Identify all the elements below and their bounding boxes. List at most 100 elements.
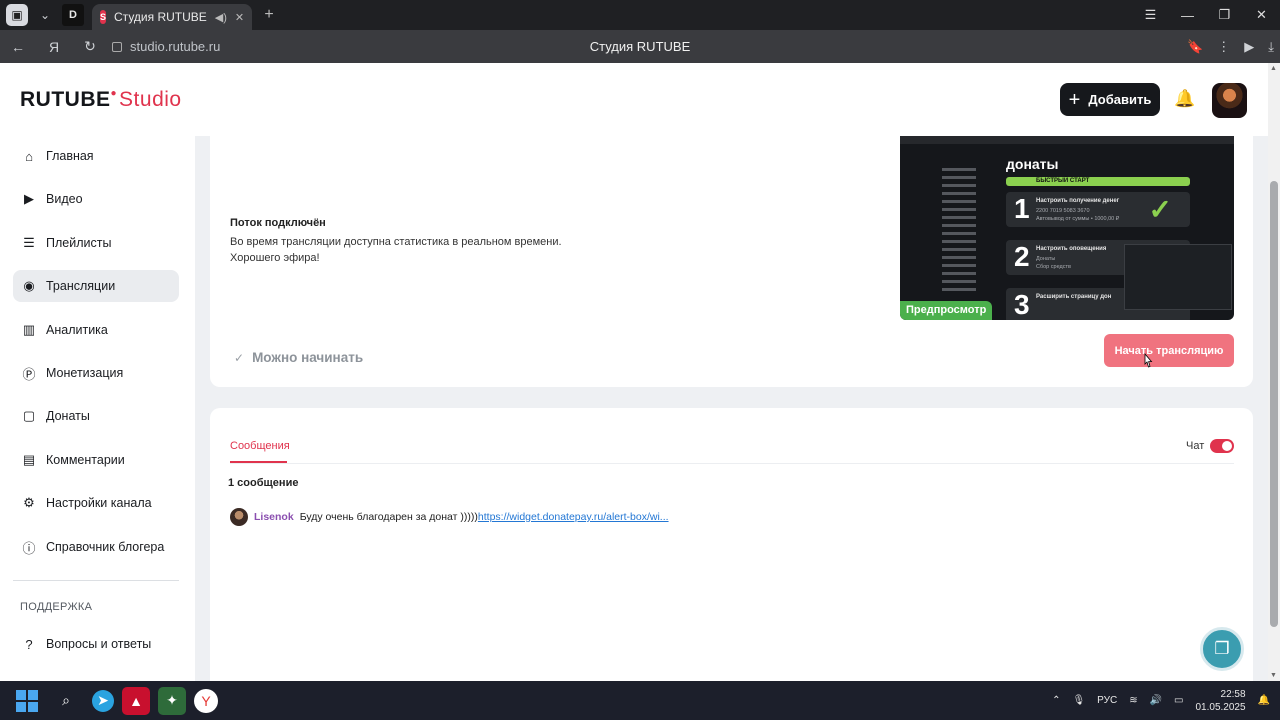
telegram-icon[interactable]: ➤ (92, 689, 114, 712)
ready-label: Можно начинать (252, 350, 364, 365)
notifications-icon[interactable]: 🔔 (1258, 695, 1270, 706)
stream-desc-line-1: Во время трансляции доступна статистика … (230, 236, 562, 248)
downloads-icon[interactable]: ⤓ (1268, 39, 1274, 55)
sidebar-item-video[interactable]: ▶ Видео (13, 183, 179, 215)
preview-heading: донаты (1006, 156, 1059, 172)
preview-menu-line (942, 208, 976, 211)
preview-step-sub: 2200 7019 5083 3670 Автовывод от суммы •… (1036, 207, 1119, 223)
sidebar-toggle-icon[interactable]: ▣ (6, 4, 28, 26)
preview-menu-line (942, 272, 976, 275)
preview-step-sub-1: 2200 7019 5083 3670 (1036, 208, 1090, 214)
stream-preview[interactable]: донаты БЫСТРЫЙ СТАРТ 1 Настроить получен… (900, 136, 1234, 320)
bell-icon[interactable]: 🔔 (1174, 89, 1196, 111)
preview-quick-start: БЫСТРЫЙ СТАРТ (1006, 177, 1190, 186)
sidebar-item-analytics[interactable]: ▥ Аналитика (13, 314, 179, 346)
address-bar: Студия RUTUBE ← Я ↻ studio.rutube.ru 🔖 ⋮… (0, 30, 1280, 63)
close-window-icon[interactable]: ✕ (1243, 0, 1280, 30)
message-count: 1 сообщение (228, 477, 299, 489)
studio-app: RUTUBE●Studio + Добавить 🔔 ⌂ Главная ▶ В… (0, 63, 1268, 681)
sidebar-item-broadcasts[interactable]: ◉ Трансляции (13, 270, 179, 302)
yandex-icon[interactable]: Я (36, 30, 72, 63)
message-username[interactable]: Lisenok (254, 511, 294, 523)
add-button[interactable]: + Добавить (1060, 83, 1160, 116)
tab-close-icon[interactable]: ✕ (235, 11, 244, 24)
volume-icon[interactable]: 🔊 (1150, 695, 1162, 706)
url-field[interactable]: studio.rutube.ru (112, 39, 220, 54)
broadcast-icon: ◉ (23, 278, 35, 293)
sidebar-item-settings[interactable]: ⚙ Настройки канала (13, 487, 179, 519)
windows-logo-pane (28, 689, 38, 700)
browser-tab-bar: ▣ ⌄ D S Студия RUTUBE ◀) ✕ + ☰ — ❐ ✕ (0, 0, 1280, 30)
start-broadcast-button[interactable]: Начать трансляцию (1104, 334, 1234, 367)
url-text: studio.rutube.ru (130, 39, 221, 54)
pinned-tab-label: D (69, 9, 77, 21)
preview-menu (942, 168, 992, 296)
sidebar-item-label: Аналитика (46, 323, 108, 337)
scroll-down-icon[interactable]: ▼ (1270, 672, 1277, 679)
preview-menu-line (942, 264, 976, 267)
battery-icon[interactable]: ▭ (1174, 695, 1183, 706)
sidebar-item-home[interactable]: ⌂ Главная (13, 140, 179, 172)
playlist-icon: ☰ (23, 235, 35, 250)
support-section-title: ПОДДЕРЖКА (20, 601, 93, 613)
active-tab[interactable]: S Студия RUTUBE ◀) ✕ (92, 4, 252, 30)
sidebar-item-faq[interactable]: ? Вопросы и ответы (13, 628, 179, 660)
support-chat-button[interactable]: ❐ (1200, 627, 1244, 671)
tabs-dropdown-icon[interactable]: ⌄ (34, 4, 56, 26)
microphone-icon[interactable]: 🎙 (1072, 695, 1085, 706)
add-button-label: Добавить (1088, 92, 1152, 107)
sidebar-item-label: Донаты (46, 409, 90, 423)
comments-icon: ▤ (22, 452, 36, 467)
chat-card: Сообщения Чат 1 сообщение Lisenok Буду о… (210, 408, 1253, 681)
sidebar-item-handbook[interactable]: ⓘ Справочник блогера (13, 531, 179, 563)
avatar[interactable] (1212, 83, 1247, 118)
new-tab-button[interactable]: + (258, 6, 280, 24)
more-icon[interactable]: ⋮ (1217, 39, 1230, 55)
sidebar-item-playlists[interactable]: ☰ Плейлисты (13, 227, 179, 259)
reload-icon[interactable]: ↻ (72, 30, 108, 63)
chat-toggle[interactable] (1210, 439, 1234, 453)
sidebar-item-monetization[interactable]: Ⓟ Монетизация (13, 357, 179, 389)
rutube-studio-logo[interactable]: RUTUBE●Studio (20, 88, 182, 112)
chat-toggle-label: Чат (1186, 440, 1205, 452)
menu-icon[interactable]: ☰ (1132, 0, 1169, 30)
logo-studio: Studio (119, 88, 182, 111)
preview-menu-line (942, 168, 976, 171)
sidebar-item-label: Главная (46, 149, 94, 163)
message-link[interactable]: https://widget.donatepay.ru/alert-box/wi… (478, 511, 669, 523)
scroll-up-icon[interactable]: ▲ (1270, 65, 1277, 72)
bookmark-icon[interactable]: 🔖 (1187, 39, 1203, 55)
amd-app-icon[interactable]: ▲ (122, 686, 150, 715)
tray-overflow-icon[interactable]: ⌃ (1052, 695, 1060, 706)
message-avatar[interactable] (230, 508, 248, 526)
minimize-icon[interactable]: — (1169, 0, 1206, 30)
tab-audio-icon[interactable]: ◀) (215, 11, 227, 24)
windows-start-icon[interactable] (16, 689, 38, 712)
stream-desc-line-2: Хорошего эфира! (230, 252, 320, 264)
sidebar-item-label: Вопросы и ответы (46, 637, 152, 651)
help-icon: ? (25, 636, 33, 652)
preview-menu-line (942, 288, 976, 291)
wifi-icon[interactable]: ≋ (1129, 695, 1137, 706)
clock[interactable]: 22:58 01.05.2025 (1195, 688, 1245, 714)
preview-menu-line (942, 224, 976, 227)
address-bar-actions: 🔖 ⋮ ▶ ⤓ (1187, 30, 1274, 63)
language-indicator[interactable]: РУС (1097, 695, 1117, 706)
sidebar-item-label: Комментарии (46, 453, 125, 467)
scroll-thumb[interactable] (1270, 181, 1278, 627)
restore-icon[interactable]: ❐ (1206, 0, 1243, 30)
message-text-content: Буду очень благодарен за донат ))))) (299, 511, 478, 523)
preview-menu-line (942, 232, 976, 235)
back-icon[interactable]: ← (0, 30, 36, 63)
search-icon[interactable]: ⌕ (52, 687, 80, 715)
sidebar: ⌂ Главная ▶ Видео ☰ Плейлисты ◉ Трансляц… (0, 136, 195, 681)
tab-messages[interactable]: Сообщения (230, 440, 290, 452)
page-scrollbar[interactable]: ▲ ▼ (1268, 63, 1280, 681)
pinned-tab[interactable]: D (62, 4, 84, 26)
sidebar-item-donations[interactable]: ▢ Донаты (13, 400, 179, 432)
media-icon[interactable]: ▶ (1244, 39, 1254, 55)
yandex-browser-icon[interactable]: Y (194, 688, 218, 713)
sidebar-item-comments[interactable]: ▤ Комментарии (13, 444, 179, 476)
os-taskbar: ⌕ ➤ ▲ ✦ Y ⌃ 🎙 РУС ≋ 🔊 ▭ 22:58 01.05.2025… (0, 681, 1280, 720)
game-app-icon[interactable]: ✦ (158, 686, 186, 715)
